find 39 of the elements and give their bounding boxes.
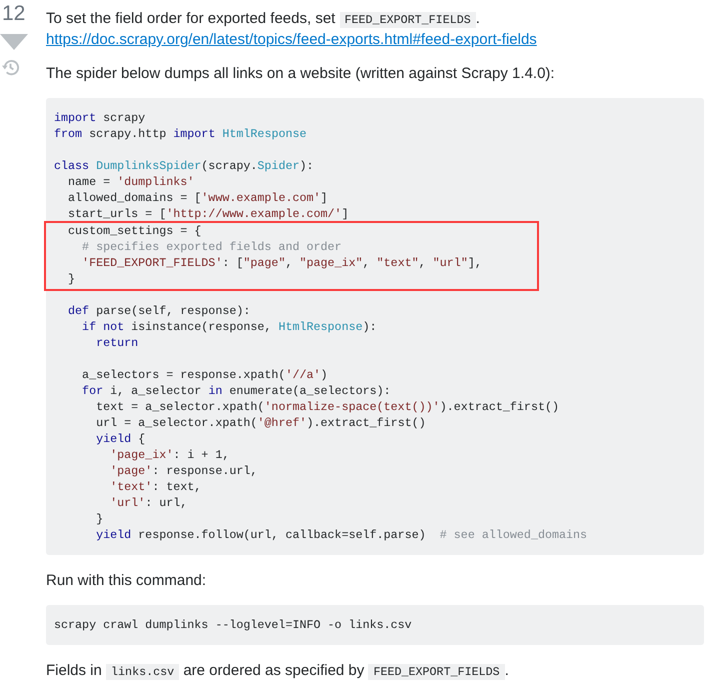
code-line: } bbox=[95, 511, 104, 527]
inline-code: FEED_EXPORT_FIELDS bbox=[368, 664, 505, 680]
paragraph-text: . bbox=[476, 10, 480, 27]
code-line: yield { bbox=[95, 431, 146, 447]
code-line: return bbox=[95, 335, 140, 351]
code-line: if not isinstance(response, HtmlResponse): bbox=[81, 319, 378, 335]
code-line: 'page_ix': i + 1, bbox=[109, 447, 230, 463]
code-line: 'text': text, bbox=[109, 479, 202, 495]
code-line: for i, a_selector in enumerate(a_selectors): bbox=[81, 383, 392, 399]
code-line: scrapy crawl dumplinks --loglevel=INFO -o links.csv bbox=[54, 617, 413, 633]
code-line: url = a_selector.xpath('@href').extract_first() bbox=[95, 415, 427, 431]
paragraph-text: are ordered as specified by bbox=[182, 662, 366, 679]
code-line: 'FEED_EXPORT_FIELDS': ["page", "page_ix", "text", "url"], bbox=[81, 255, 483, 271]
downvote-icon[interactable] bbox=[0, 34, 28, 50]
vote-count: 12 bbox=[2, 3, 26, 24]
code-line: name = 'dumplinks' bbox=[67, 174, 196, 190]
inline-code: FEED_EXPORT_FIELDS bbox=[340, 12, 476, 28]
history-icon[interactable] bbox=[1, 58, 20, 77]
paragraph-text: . bbox=[504, 662, 509, 679]
paragraph-text: Run with this command: bbox=[46, 572, 206, 589]
code-line: from scrapy.http import HtmlResponse bbox=[54, 126, 308, 142]
inline-code: links.csv bbox=[106, 664, 180, 680]
link[interactable]: https://doc.scrapy.org/en/latest/topics/feed-exports.html#feed-export-fields bbox=[46, 31, 537, 48]
code-line: start_urls = ['http://www.example.com/'] bbox=[67, 206, 350, 222]
code-line: 'url': url, bbox=[109, 495, 188, 511]
paragraph-text: To set the field order for exported feeds, set bbox=[46, 10, 336, 27]
paragraph-text: Fields in bbox=[46, 662, 103, 679]
code-line: import scrapy bbox=[54, 110, 146, 126]
code-line: class DumplinksSpider(scrapy.Spider): bbox=[54, 158, 315, 174]
code-line: def parse(self, response): bbox=[67, 303, 252, 319]
code-line: custom_settings = { bbox=[67, 223, 202, 239]
code-line: 'page': response.url, bbox=[109, 463, 258, 479]
code-line: a_selectors = response.xpath('//a') bbox=[81, 367, 329, 383]
paragraph-text: The spider below dumps all links on a website (written against Scrapy 1.4.0): bbox=[46, 65, 555, 82]
code-line: allowed_domains = ['www.example.com'] bbox=[67, 190, 329, 206]
code-line: # specifies exported fields and order bbox=[81, 239, 343, 255]
code-line: yield response.follow(url, callback=self.parse) # see allowed_domains bbox=[95, 527, 588, 543]
code-line: } bbox=[67, 271, 76, 287]
code-line: text = a_selector.xpath('normalize-space(text())').extract_first() bbox=[95, 399, 560, 415]
